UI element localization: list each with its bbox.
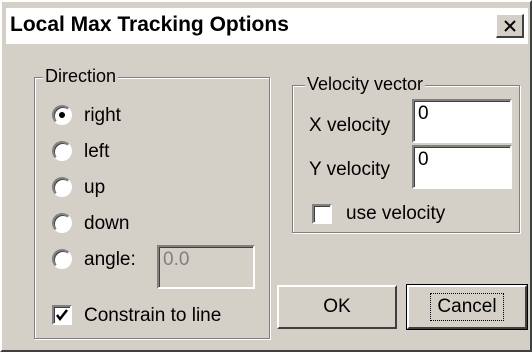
radio-angle[interactable]	[52, 249, 72, 269]
close-button[interactable]	[496, 14, 524, 38]
title-bar: Local Max Tracking Options	[6, 8, 528, 44]
y-velocity-label: Y velocity	[309, 159, 390, 180]
radio-angle-label: angle:	[84, 249, 136, 270]
radio-down[interactable]	[52, 213, 72, 233]
dialog-window: Local Max Tracking Options Direction rig…	[0, 0, 532, 352]
ok-button[interactable]: OK	[277, 285, 397, 329]
angle-input[interactable]: 0.0	[157, 245, 255, 289]
radio-selected-dot	[59, 112, 65, 118]
check-icon	[56, 309, 68, 322]
radio-left[interactable]	[52, 141, 72, 161]
x-velocity-input[interactable]: 0	[412, 99, 512, 143]
use-velocity-checkbox[interactable]	[312, 204, 332, 224]
x-velocity-label: X velocity	[309, 115, 391, 136]
direction-group-label: Direction	[43, 65, 119, 87]
radio-down-label: down	[84, 213, 130, 234]
ok-button-label: OK	[323, 296, 351, 317]
use-velocity-label: use velocity	[346, 203, 446, 224]
radio-right-label: right	[84, 105, 121, 126]
velocity-group-label: Velocity vector	[305, 73, 426, 95]
y-velocity-input[interactable]: 0	[412, 145, 512, 189]
cancel-button[interactable]: Cancel	[406, 284, 528, 330]
radio-up[interactable]	[52, 177, 72, 197]
cancel-button-label: Cancel	[430, 293, 504, 321]
radio-left-label: left	[84, 141, 110, 162]
close-icon	[503, 19, 516, 32]
constrain-checkbox[interactable]	[52, 305, 72, 325]
constrain-label: Constrain to line	[84, 305, 222, 326]
window-title: Local Max Tracking Options	[10, 13, 289, 36]
radio-right[interactable]	[52, 105, 72, 125]
radio-up-label: up	[84, 177, 106, 198]
